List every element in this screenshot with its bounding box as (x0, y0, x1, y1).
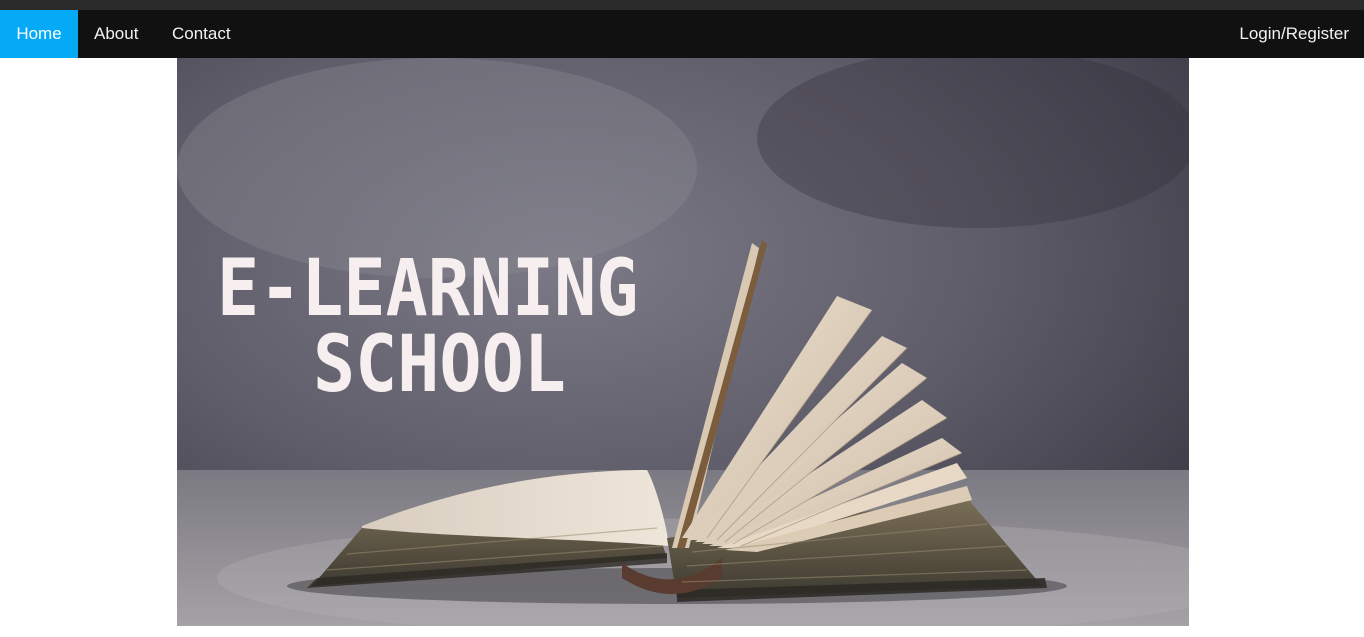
nav-home-link[interactable]: Home (0, 10, 78, 58)
hero-title-line-2: SCHOOL (313, 318, 566, 411)
browser-top-strip (0, 0, 1364, 10)
nav-contact-link[interactable]: Contact (172, 10, 231, 58)
hero-banner: E-LEARNING SCHOOL (177, 58, 1189, 626)
hero-title-line-1: E-LEARNING (217, 242, 639, 335)
nav-about-link[interactable]: About (94, 10, 138, 58)
top-navbar: Home About Contact Login/Register (0, 10, 1364, 58)
nav-login-register-link[interactable]: Login/Register (1239, 10, 1349, 58)
